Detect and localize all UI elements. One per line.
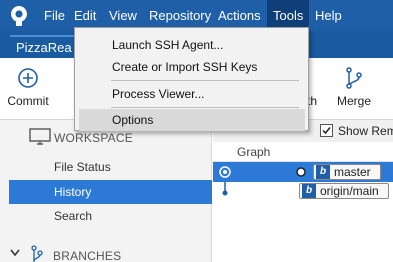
- menu-file[interactable]: File: [38, 0, 71, 31]
- tools-dropdown-menu: Launch SSH Agent... Create or Import SSH…: [74, 27, 309, 131]
- merge-label: Merge: [336, 94, 371, 108]
- commit-plus-icon: [18, 68, 38, 88]
- branch-badge-origin-main[interactable]: b origin/main: [299, 183, 389, 199]
- graph-column-header[interactable]: Graph: [213, 142, 393, 162]
- checkmark-icon: [322, 127, 331, 135]
- branch-badge-icon: b: [302, 184, 316, 198]
- menu-item-create-import-ssh-keys[interactable]: Create or Import SSH Keys: [79, 56, 305, 78]
- checkbox-box[interactable]: [320, 124, 333, 137]
- merge-icon: [346, 67, 362, 89]
- repo-tab[interactable]: PizzaRea: [10, 35, 80, 58]
- menu-item-options[interactable]: Options: [79, 109, 305, 131]
- menu-separator: [111, 80, 299, 81]
- sidebar-item-file-status[interactable]: File Status: [9, 155, 212, 179]
- menu-separator: [111, 107, 299, 108]
- menu-item-process-viewer[interactable]: Process Viewer...: [79, 83, 305, 105]
- commit-label: Commit: [7, 94, 49, 108]
- sidebar-item-search[interactable]: Search: [9, 204, 212, 228]
- commit-row[interactable]: b master: [213, 162, 393, 182]
- branches-section[interactable]: BRANCHES: [0, 243, 212, 262]
- head-marker-icon: [296, 167, 306, 177]
- show-remote-label: Show Remo: [338, 124, 393, 138]
- graph-line-icon: [222, 182, 228, 196]
- branch-badge-label: master: [334, 165, 371, 179]
- menu-item-launch-ssh-agent[interactable]: Launch SSH Agent...: [79, 34, 305, 56]
- commit-row[interactable]: b origin/main: [213, 182, 393, 202]
- branch-icon: [31, 245, 43, 262]
- branch-badge-icon: b: [316, 165, 330, 179]
- monitor-icon: [29, 128, 51, 145]
- commit-button[interactable]: Commit: [0, 58, 56, 120]
- workspace-header: WORKSPACE: [54, 131, 133, 145]
- history-pane: Show Remo Graph b master b origin/main: [213, 120, 393, 262]
- graph-column-label: Graph: [237, 145, 271, 159]
- commit-node-icon: [219, 166, 231, 178]
- sidebar-item-history[interactable]: History: [9, 180, 212, 204]
- branches-header: BRANCHES: [53, 249, 122, 262]
- merge-button[interactable]: Merge: [330, 58, 378, 120]
- chevron-down-icon: [10, 249, 20, 257]
- sidebar: WORKSPACE File Status History Search BRA…: [0, 120, 212, 262]
- branch-badge-master[interactable]: b master: [313, 164, 381, 180]
- sourcetree-logo-icon: [11, 6, 27, 26]
- branch-badge-label: origin/main: [320, 184, 379, 198]
- menu-help[interactable]: Help: [309, 0, 348, 31]
